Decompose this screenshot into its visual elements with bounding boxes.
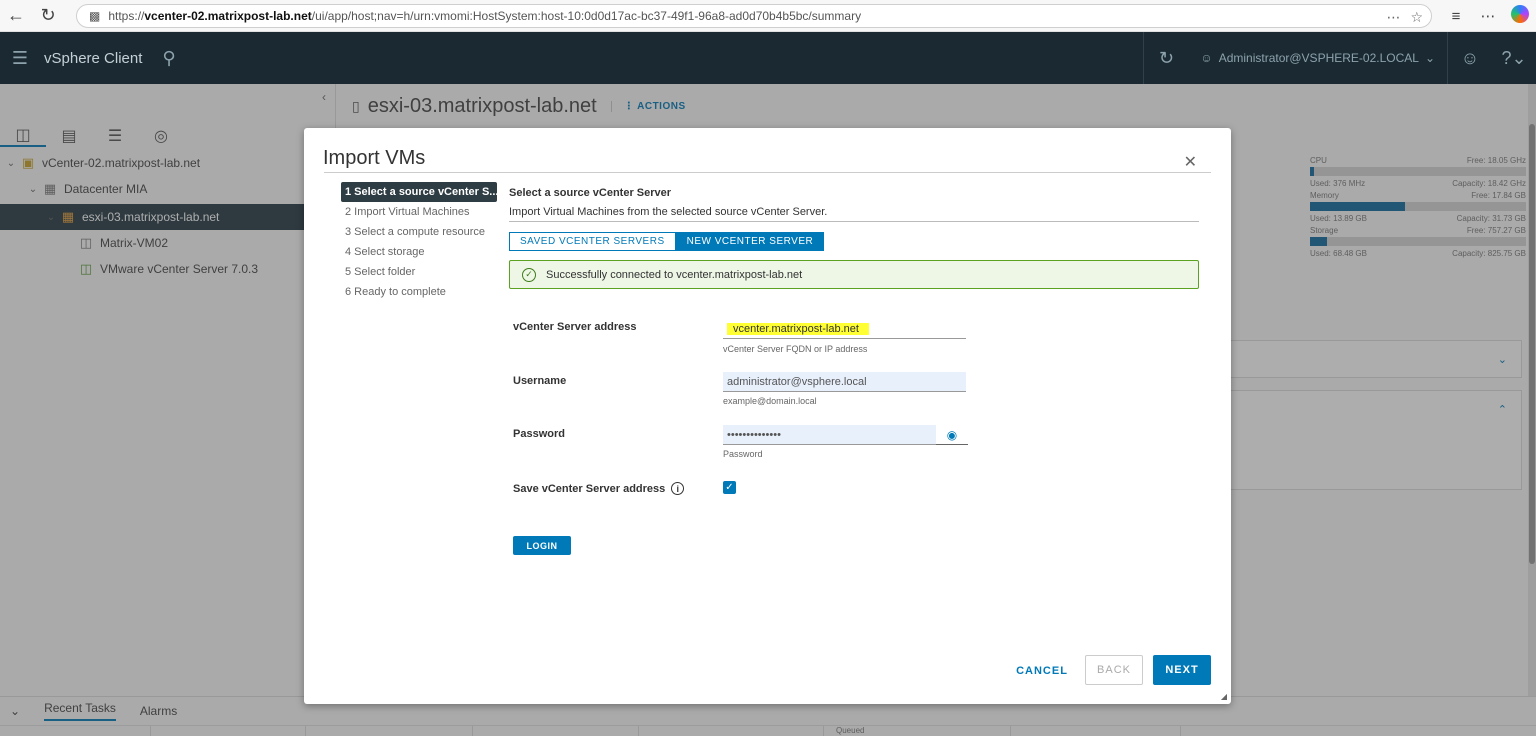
app-title: vSphere Client: [44, 49, 143, 67]
vcenter-address-input[interactable]: vcenter.matrixpost-lab.net: [723, 319, 966, 339]
help-icon[interactable]: ?⌄: [1492, 48, 1536, 69]
step-panel: Select a source vCenter Server Import Vi…: [509, 184, 1199, 289]
alert-text: Successfully connected to vcenter.matrix…: [546, 268, 803, 281]
refresh-icon[interactable]: ↻: [1144, 48, 1188, 69]
vsphere-header: ☰ vSphere Client ⚲ ↻ ☺ Administrator@VSP…: [0, 32, 1536, 84]
url-host: vcenter-02.matrixpost-lab.net: [144, 9, 312, 23]
source-toggle: SAVED VCENTER SERVERS NEW VCENTER SERVER: [509, 232, 1199, 251]
panel-heading: Select a source vCenter Server: [509, 187, 672, 199]
wizard-step: 3 Select a compute resource: [345, 226, 486, 238]
show-password-eye-icon[interactable]: ◉: [936, 425, 968, 445]
import-vms-dialog: Import VMs ✕ 1 Select a source vCenter S…: [304, 128, 1231, 704]
username-input[interactable]: administrator@vsphere.local: [723, 372, 966, 392]
wizard-step: 6 Ready to complete: [345, 286, 446, 298]
wizard-step[interactable]: 1 Select a source vCenter S...: [341, 182, 497, 202]
cancel-button[interactable]: CANCEL: [1010, 656, 1074, 685]
success-alert: ✓ Successfully connected to vcenter.matr…: [509, 260, 1199, 289]
search-icon[interactable]: ⚲: [162, 48, 175, 69]
password-label: Password: [513, 428, 565, 440]
resize-handle-icon[interactable]: ◢: [1221, 692, 1227, 701]
copilot-icon[interactable]: [1504, 5, 1536, 27]
save-address-label: Save vCenter Server address: [513, 482, 666, 495]
new-vcenter-server-button[interactable]: NEW VCENTER SERVER: [675, 232, 825, 251]
checkmark-icon: ✓: [725, 482, 734, 493]
address-value: vcenter.matrixpost-lab.net: [727, 322, 869, 335]
save-address-checkbox[interactable]: ✓: [723, 481, 736, 494]
address-bar[interactable]: ▩ https://vcenter-02.matrixpost-lab.net /…: [76, 4, 1432, 28]
url-path: /ui/app/host;nav=h/urn:vmomi:HostSystem:…: [311, 9, 862, 23]
browser-toolbar: ← ↻ ▩ https://vcenter-02.matrixpost-lab.…: [0, 0, 1536, 32]
panel-description: Import Virtual Machines from the selecte…: [509, 202, 1199, 222]
address-hint: vCenter Server FQDN or IP address: [723, 344, 868, 354]
wizard-steps: 1 Select a source vCenter S... 2 Import …: [341, 182, 497, 302]
user-name: Administrator@VSPHERE-02.LOCAL: [1218, 51, 1419, 65]
save-address-label-row: Save vCenter Server address i: [513, 482, 685, 495]
hamburger-menu-icon[interactable]: ☰: [0, 48, 40, 69]
chevron-down-icon: ⌄: [1424, 51, 1435, 65]
wizard-step: 2 Import Virtual Machines: [345, 206, 470, 218]
check-circle-icon: ✓: [522, 267, 536, 282]
user-icon: ☺: [1200, 51, 1213, 65]
info-icon[interactable]: i: [671, 482, 685, 495]
favorite-star-icon[interactable]: ☆: [1410, 9, 1423, 26]
user-menu[interactable]: ☺ Administrator@VSPHERE-02.LOCAL ⌄: [1188, 51, 1447, 65]
next-button[interactable]: NEXT: [1153, 655, 1211, 685]
url-prefix: https://: [108, 9, 145, 23]
login-button[interactable]: LOGIN: [513, 536, 571, 555]
browser-menu-icon[interactable]: ⋯: [1472, 7, 1504, 25]
back-arrow-icon[interactable]: ←: [0, 0, 32, 32]
wizard-step: 5 Select folder: [345, 266, 416, 278]
address-label: vCenter Server address: [513, 321, 637, 333]
dialog-title: Import VMs: [323, 147, 426, 169]
password-hint: Password: [723, 449, 763, 459]
refresh-icon[interactable]: ↻: [32, 0, 64, 32]
username-label: Username: [513, 375, 567, 387]
username-hint: example@domain.local: [723, 396, 817, 406]
title-divider: [324, 172, 1211, 173]
favorites-list-icon[interactable]: ≡: [1440, 8, 1472, 25]
saved-vcenter-servers-button[interactable]: SAVED VCENTER SERVERS: [509, 232, 676, 251]
more-tools-icon[interactable]: ⋯: [1386, 9, 1400, 26]
password-input[interactable]: ••••••••••••••: [723, 425, 936, 445]
wizard-step: 4 Select storage: [345, 246, 425, 258]
feedback-smiley-icon[interactable]: ☺: [1448, 48, 1492, 69]
lock-icon: ▩: [89, 9, 101, 23]
close-icon[interactable]: ✕: [1184, 152, 1197, 172]
back-button[interactable]: BACK: [1085, 655, 1143, 685]
